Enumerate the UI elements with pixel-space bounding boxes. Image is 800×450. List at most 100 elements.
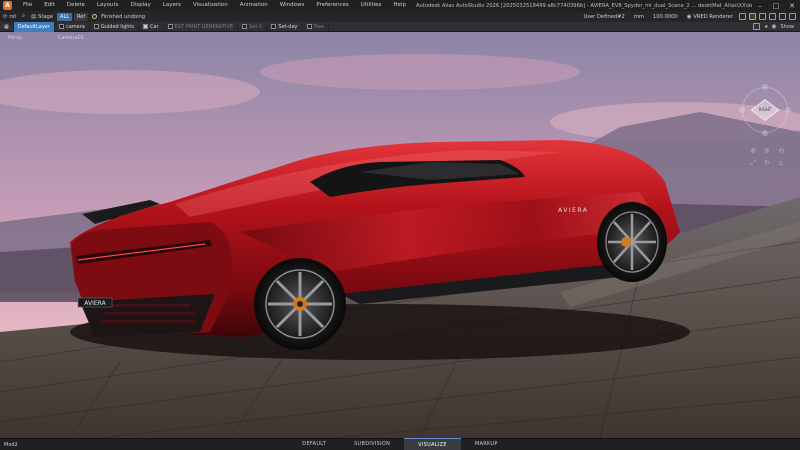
layer-menu-icon[interactable] [753,23,761,30]
search-button[interactable]: ⌕ [19,13,28,20]
menu-windows[interactable]: Windows [274,0,311,11]
layer-label: Tree [313,23,324,30]
ref-chip[interactable]: Ref [74,12,89,21]
bottom-bar: Mod2 DEFAULT SUBDIVISION VISUALIZE MARKU… [0,438,800,450]
side-badge: AVIERA [558,207,588,214]
menu-file[interactable]: File [17,0,38,11]
status-message: Finished undoing [89,14,148,20]
layer-camera[interactable]: camera [55,21,90,32]
menu-layers[interactable]: Layers [157,0,187,11]
tab-subdivision[interactable]: SUBDIVISION [340,438,404,450]
layer-label: DefaultLayer [17,23,50,30]
menu-help[interactable]: Help [387,0,412,11]
orbit-icon[interactable]: ⟲ [776,147,786,155]
menu-display[interactable]: Display [125,0,157,11]
nav-right-icon[interactable] [785,107,791,113]
nav-left-icon[interactable] [739,107,745,113]
layer-bar: ▦ DefaultLayer camera Guided lights Car … [0,21,800,32]
layer-visibility-checkbox[interactable] [271,24,277,29]
status-text: Finished undoing [101,13,146,20]
close-icon[interactable]: ✕ [784,2,800,10]
layer-options-icon[interactable]: ▦ [0,21,14,32]
layer-visibility-checkbox[interactable] [58,24,64,29]
tools-icon[interactable] [769,13,776,20]
nav-tools: ✥ ⊕ ⟲ ⤢ ↻ ⌂ [748,147,786,167]
tab-visualize[interactable]: VISUALIZE [404,438,461,450]
layer-bar-right: ◂ ◉ Show [753,23,800,30]
tab-default[interactable]: DEFAULT [288,438,340,450]
mode-label: Mod2 [4,441,18,448]
shading-icon[interactable] [749,13,756,20]
alias-app-icon[interactable]: A [3,1,12,10]
menu-preferences[interactable]: Preferences [310,0,354,11]
roll-icon[interactable]: ↻ [762,159,772,167]
grid-toggle-icon[interactable] [759,13,766,20]
tab-markup[interactable]: MARKUP [461,438,512,450]
menu-visualization[interactable]: Visualization [187,0,234,11]
menu-animation[interactable]: Animation [234,0,274,11]
layer-set-1[interactable]: Set-1 [238,21,268,32]
home-icon[interactable]: ⌂ [776,159,786,167]
menu-utilities[interactable]: Utilities [355,0,388,11]
layer-tree[interactable]: Tree [303,21,329,32]
layer-visibility-checkbox[interactable] [93,24,99,29]
vred-renderer-button[interactable]: ◉ VRED Renderer [684,14,736,20]
layer-ext-paint[interactable]: EXT PAINT GENERATIVE [164,21,239,32]
3d-viewport[interactable]: AVIERA AVIERA Persp Camera01 RIGHT ✥ ⊕ ⟲… [0,32,800,438]
layer-label: camera [65,23,85,30]
layer-set-day[interactable]: Set-day [267,21,303,32]
menu-delete[interactable]: Delete [61,0,91,11]
stage-button[interactable]: ▤ Stage [28,14,56,20]
vred-icon: ◉ [686,13,692,20]
nav-up-icon[interactable] [762,84,768,90]
rear-badge: AVIERA [84,300,106,307]
viewport-persp-label[interactable]: Persp [8,35,22,41]
share-icon[interactable] [779,13,786,20]
status-icon [92,14,98,19]
view-cube[interactable]: RIGHT [739,84,791,136]
toolbar: ⟳ rst ⌕ ▤ Stage ALL Ref Finished undoing… [0,11,800,22]
layer-guided-lights[interactable]: Guided lights [90,21,139,32]
toolbar-right: User Defined#2 mm 100.0000 ◉ VRED Render… [580,13,800,20]
scale-value[interactable]: 100.0000 [650,14,681,20]
reset-label: rst [9,13,17,20]
layer-label: Set-1 [249,23,263,30]
pan-icon[interactable]: ✥ [748,147,758,155]
layer-label: EXT PAINT GENERATIVE [174,23,234,30]
zoom-icon[interactable]: ⊕ [762,147,772,155]
fit-icon[interactable]: ⤢ [748,159,758,167]
show-label[interactable]: Show [781,24,795,30]
minimize-icon[interactable]: – [752,2,768,10]
menu-edit[interactable]: Edit [38,0,61,11]
layer-label: Guided lights [100,23,134,30]
layer-visibility-checkbox[interactable] [142,24,148,29]
workspace-tabs: DEFAULT SUBDIVISION VISUALIZE MARKUP [60,438,740,450]
window-title: Autodesk Alias AutoStudio 2026 [20250325… [415,2,752,9]
stage-label: Stage [38,13,54,20]
panel-toggle-icon[interactable] [739,13,746,20]
help-icon[interactable] [789,13,796,20]
search-icon: ⌕ [22,13,26,19]
eye-icon[interactable]: ◉ [771,23,776,30]
menu-layouts[interactable]: Layouts [91,0,125,11]
maximize-icon[interactable]: □ [768,2,784,10]
stage-icon: ▤ [31,13,37,20]
layer-label: Set-day [278,23,298,30]
user-defined-dropdown[interactable]: User Defined#2 [580,14,627,20]
layer-visibility-checkbox[interactable] [242,24,248,29]
reset-button[interactable]: ⟳ rst [0,14,19,20]
viewport-camera-label[interactable]: Camera01 [58,35,84,41]
layer-default[interactable]: DefaultLayer [13,21,55,32]
layer-visibility-checkbox[interactable] [306,24,312,29]
render-scene: AVIERA AVIERA [0,32,800,438]
nav-down-icon[interactable] [762,130,768,136]
layer-visibility-checkbox[interactable] [167,24,173,29]
menu-bar: A File Edit Delete Layouts Display Layer… [0,0,800,11]
view-cube-label: RIGHT [758,107,772,112]
layer-car[interactable]: Car [139,21,164,32]
vred-label: VRED Renderer [693,13,733,20]
layer-label: Car [149,23,159,30]
reset-icon: ⟳ [3,13,8,20]
pin-icon[interactable]: ◂ [764,23,767,30]
all-chip[interactable]: ALL [57,12,73,21]
